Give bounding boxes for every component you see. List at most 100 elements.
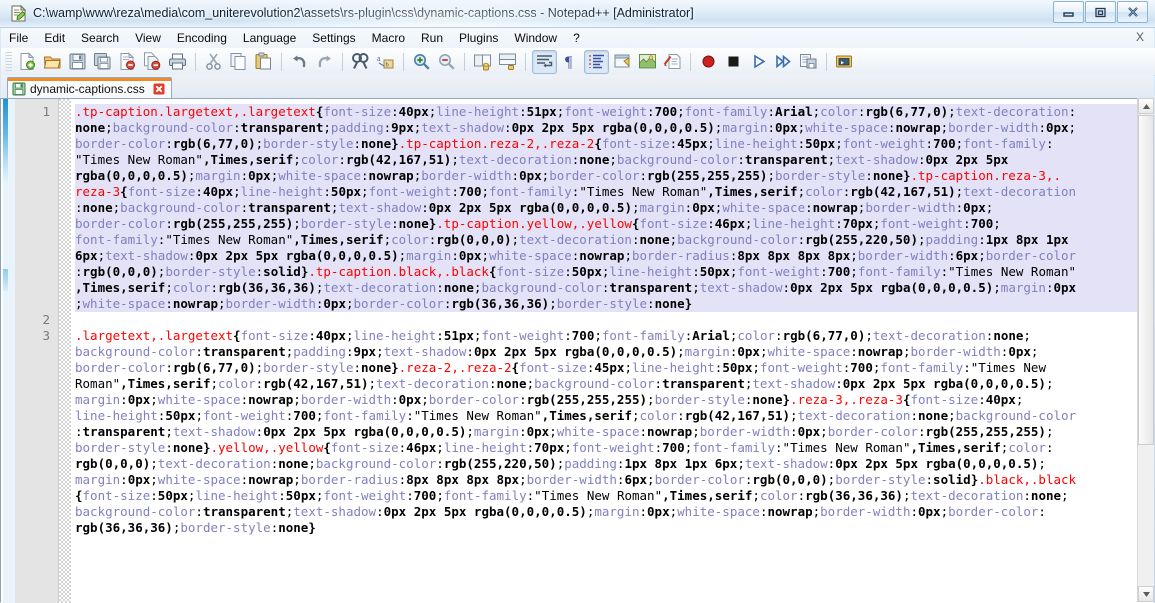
code-token-punc: : bbox=[195, 184, 203, 199]
code-line[interactable]: background-color:transparent;padding:9px… bbox=[75, 344, 1154, 360]
redo-icon[interactable] bbox=[313, 51, 336, 73]
code-line[interactable]: reza-3{font-size:40px;line-height:50px;f… bbox=[75, 184, 1154, 200]
menu-edit[interactable]: Edit bbox=[36, 29, 73, 47]
word-wrap-icon[interactable] bbox=[532, 49, 557, 74]
code-line[interactable]: border-color:rgb(6,77,0);border-style:no… bbox=[75, 360, 1154, 376]
code-token-val: rgb(0,0,0) bbox=[82, 264, 158, 279]
code-token-brace: { bbox=[488, 264, 497, 279]
zoom-in-icon[interactable] bbox=[410, 51, 433, 73]
scrollbar-thumb[interactable] bbox=[1138, 115, 1154, 445]
stop-macro-icon[interactable] bbox=[722, 51, 745, 73]
code-token-punc: : bbox=[376, 504, 384, 519]
code-token-brace: { bbox=[120, 184, 128, 199]
menu-help[interactable]: ? bbox=[565, 29, 588, 47]
code-line[interactable]: rgb(36,36,36);border-style:none} bbox=[75, 520, 1154, 536]
minimize-button[interactable] bbox=[1053, 1, 1084, 23]
sync-horizontal-scroll-icon[interactable] bbox=[496, 51, 519, 73]
new-file-icon[interactable] bbox=[16, 51, 39, 73]
code-token-val: 0px 2px 5px rgba(0,0,0,0.5) bbox=[842, 376, 1046, 391]
paste-icon[interactable] bbox=[252, 51, 275, 73]
code-line[interactable]: "Times New Roman",Times,serif;color:rgb(… bbox=[75, 152, 1154, 168]
code-line[interactable]: border-color:rgb(6,77,0);border-style:no… bbox=[75, 136, 1154, 152]
save-all-icon[interactable] bbox=[91, 51, 114, 73]
menu-window[interactable]: Window bbox=[506, 29, 565, 47]
code-line[interactable]: margin:0px;white-space:nowrap;border-rad… bbox=[75, 472, 1154, 488]
fold-margin[interactable] bbox=[59, 99, 71, 603]
menu-language[interactable]: Language bbox=[235, 29, 304, 47]
code-line[interactable]: Roman",Times,serif;color:rgb(42,167,51);… bbox=[75, 376, 1154, 392]
code-line[interactable]: font-family: "Times New Roman",Times,seri… bbox=[75, 232, 1154, 248]
zoom-out-icon[interactable] bbox=[435, 51, 458, 73]
bookmark-margin[interactable] bbox=[1, 99, 15, 603]
sync-vertical-scroll-icon[interactable] bbox=[471, 51, 494, 73]
close-file-icon[interactable] bbox=[116, 51, 139, 73]
code-token-punc: : bbox=[1068, 104, 1077, 119]
menu-view[interactable]: View bbox=[127, 29, 169, 47]
code-line[interactable]: rgb(0,0,0);text-decoration:none;backgrou… bbox=[75, 456, 1154, 472]
close-button[interactable] bbox=[1117, 1, 1148, 23]
tab-close-icon[interactable] bbox=[152, 82, 166, 96]
title-bar[interactable]: C:\wamp\www\reza\media\com_uniterevoluti… bbox=[0, 0, 1155, 28]
code-token-prop: border-width bbox=[820, 504, 911, 519]
code-line[interactable]: margin:0px;white-space:nowrap;border-wid… bbox=[75, 392, 1154, 408]
copy-icon[interactable] bbox=[227, 51, 250, 73]
user-defined-dialog-icon[interactable] bbox=[611, 51, 634, 73]
code-token-punc: ; bbox=[368, 376, 377, 391]
cut-icon[interactable] bbox=[202, 51, 225, 73]
code-line[interactable]: ,Times,serif;color:rgb(36,36,36);text-de… bbox=[75, 280, 1154, 296]
code-line[interactable]: border-style:none}.yellow,.yellow{font-s… bbox=[75, 440, 1154, 456]
run-icon[interactable] bbox=[833, 51, 856, 73]
code-line[interactable]: background-color:transparent;text-shadow… bbox=[75, 504, 1154, 520]
code-line[interactable]: 6px;text-shadow:0px 2px 5px rgba(0,0,0,0… bbox=[75, 248, 1154, 264]
close-all-files-icon[interactable] bbox=[141, 51, 164, 73]
vertical-scrollbar[interactable] bbox=[1137, 98, 1154, 602]
save-icon[interactable] bbox=[66, 51, 89, 73]
code-text[interactable]: .tp-caption.largetext,.largetext{font-si… bbox=[71, 99, 1154, 603]
menu-plugins[interactable]: Plugins bbox=[451, 29, 506, 47]
replace-icon[interactable]: a b bbox=[374, 51, 397, 73]
code-token-val: transparent bbox=[609, 280, 693, 295]
code-line[interactable]: line-height:50px;font-weight:700;font-fa… bbox=[75, 408, 1154, 424]
scroll-up-icon[interactable] bbox=[1138, 98, 1154, 114]
print-icon[interactable] bbox=[166, 51, 189, 73]
editor-area[interactable]: 123 .tp-caption.largetext,.largetext{fon… bbox=[1, 98, 1154, 603]
code-line[interactable] bbox=[75, 312, 1154, 328]
menu-settings[interactable]: Settings bbox=[304, 29, 363, 47]
play-macro-icon[interactable] bbox=[747, 51, 770, 73]
maximize-button[interactable] bbox=[1085, 1, 1116, 23]
code-line[interactable]: {font-size:50px;line-height:50px;font-we… bbox=[75, 488, 1154, 504]
find-icon[interactable] bbox=[349, 51, 372, 73]
menu-run[interactable]: Run bbox=[413, 29, 451, 47]
code-line[interactable]: ;white-space:nowrap;border-width:0px;bor… bbox=[75, 296, 1154, 312]
save-macro-icon[interactable] bbox=[797, 51, 820, 73]
menu-macro[interactable]: Macro bbox=[364, 29, 413, 47]
indent-guide-icon[interactable] bbox=[584, 49, 609, 74]
undo-icon[interactable] bbox=[288, 51, 311, 73]
menu-search[interactable]: Search bbox=[73, 29, 127, 47]
code-line[interactable]: .tp-caption.largetext,.largetext{font-si… bbox=[75, 104, 1154, 120]
run-macro-multiple-icon[interactable] bbox=[772, 51, 795, 73]
code-token-punc: : bbox=[165, 440, 173, 455]
code-line[interactable]: none;background-color:transparent;paddin… bbox=[75, 120, 1154, 136]
record-macro-icon[interactable] bbox=[697, 51, 720, 73]
code-token-prop: padding bbox=[564, 456, 617, 471]
close-document-button[interactable]: X bbox=[1136, 30, 1144, 44]
code-line[interactable]: :transparent;text-shadow:0px 2px 5px rgb… bbox=[75, 424, 1154, 440]
open-file-icon[interactable] bbox=[41, 51, 64, 73]
code-token-prop: margin bbox=[195, 168, 241, 183]
tab-dynamic-captions-css[interactable]: dynamic-captions.css bbox=[7, 77, 172, 99]
toolbar-grip[interactable] bbox=[5, 51, 12, 72]
code-line[interactable]: border-color:rgb(255,255,255);border-sty… bbox=[75, 216, 1154, 232]
code-token-prop: margin bbox=[1000, 280, 1046, 295]
function-list-icon[interactable] bbox=[661, 51, 684, 73]
code-line[interactable]: :rgb(0,0,0);border-style:solid}.tp-capti… bbox=[75, 264, 1154, 280]
menu-encoding[interactable]: Encoding bbox=[169, 29, 235, 47]
menu-file[interactable]: File bbox=[1, 29, 36, 47]
code-line[interactable]: .largetext,.largetext{font-size:40px;lin… bbox=[75, 328, 1154, 344]
code-line[interactable]: :none;background-color:transparent;text-… bbox=[75, 200, 1154, 216]
document-map-icon[interactable] bbox=[636, 51, 659, 73]
code-line[interactable]: rgba(0,0,0,0.5);margin:0px;white-space:n… bbox=[75, 168, 1154, 184]
show-all-characters-icon[interactable]: ¶ bbox=[559, 51, 582, 73]
code-token-val: 700 bbox=[933, 136, 956, 151]
scroll-down-icon[interactable] bbox=[1138, 586, 1154, 602]
